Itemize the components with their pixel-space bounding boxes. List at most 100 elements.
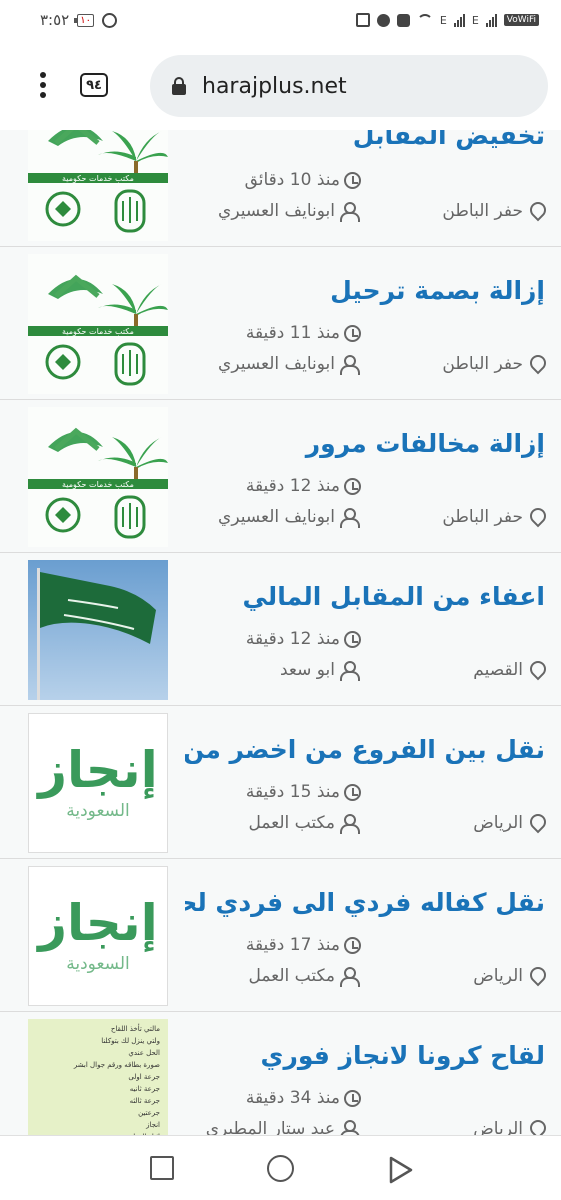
clock-icon [344, 171, 361, 189]
emblem-banner-text: مكتب خدمات حكومية [62, 480, 134, 489]
listing-title[interactable]: إزالة مخالفات مرور [185, 429, 545, 458]
listing-thumbnail[interactable]: مكتب خدمات حكومية [28, 407, 168, 547]
listing-time: منذ 12 دقيقة [246, 476, 361, 496]
listing-location: الرياض [473, 1119, 545, 1135]
location-pin-icon [527, 661, 545, 679]
ad-text-line: جرعة ثالثه [129, 1097, 160, 1105]
status-bar: ٣:٥٢ ١٠ E E VoWiFi [0, 0, 561, 40]
user-icon [339, 661, 360, 681]
office-emblem-image: مكتب خدمات حكومية [28, 407, 168, 547]
listing-location-text: الرياض [473, 813, 523, 833]
wifi-icon [416, 14, 433, 26]
listing-title[interactable]: اعفاء من المقابل المالي [185, 582, 545, 611]
battery-icon: ١٠ [74, 13, 94, 27]
listing-user[interactable]: ابونايف العسيري [218, 354, 360, 375]
listing-user-text[interactable]: ابونايف العسيري [218, 507, 335, 527]
location-pin-icon [527, 508, 545, 526]
listing-item[interactable]: مكتب خدمات حكومية إزالة مخالفات مرور منذ… [0, 401, 561, 553]
listing-title[interactable]: نقل كفاله فردي الى فردي لحد ... [185, 888, 545, 917]
location-pin-icon [527, 355, 545, 373]
ad-text-line: جرعة اولى [128, 1073, 160, 1081]
listing-user[interactable]: ابونايف العسيري [218, 507, 360, 528]
listing-thumbnail[interactable] [28, 560, 168, 700]
listing-location-text: القصيم [473, 660, 523, 680]
emblem-banner-text: مكتب خدمات حكومية [62, 327, 134, 336]
ad-text-line: صورة بطاقه ورقم جوال ابشر [73, 1061, 160, 1069]
signal-icon [453, 13, 465, 27]
listing-user[interactable]: مكتب العمل [248, 966, 360, 987]
user-icon [339, 814, 360, 834]
listing-user-text[interactable]: ابونايف العسيري [218, 354, 335, 374]
injaz-logo-text: إنجاز [38, 894, 158, 952]
listing-user[interactable]: ابونايف العسيري [218, 201, 360, 222]
address-bar[interactable]: harajplus.net [150, 55, 548, 117]
listing-thumbnail[interactable]: إنجاز السعودية [28, 713, 168, 853]
listing-time: منذ 15 دقيقة [246, 782, 361, 802]
listing-user-text[interactable]: مكتب العمل [248, 966, 335, 986]
listing-item[interactable]: إنجاز السعودية نقل بين الفروع من اخضر من… [0, 707, 561, 859]
recent-apps-button[interactable] [150, 1156, 174, 1180]
listing-time: منذ 17 دقيقة [246, 935, 361, 955]
clock-time: ٣:٥٢ [40, 11, 70, 29]
listing-item[interactable]: مكتب خدمات حكومية تخفيض المقابل منذ 10 د… [0, 130, 561, 247]
network-type-2: E [471, 13, 479, 27]
listing-location-text: حفر الباطن [442, 201, 523, 221]
url-text[interactable]: harajplus.net [202, 74, 347, 99]
listing-location: حفر الباطن [442, 201, 545, 221]
location-pin-icon [527, 202, 545, 220]
listing-thumbnail[interactable]: مكتب خدمات حكومية [28, 130, 168, 241]
listing-item[interactable]: إنجاز السعودية نقل كفاله فردي الى فردي ل… [0, 860, 561, 1012]
listing-title[interactable]: لقاح كرونا لانجاز فوري [185, 1041, 545, 1070]
listing-time: منذ 10 دقائق [245, 170, 361, 190]
listing-location: الرياض [473, 813, 545, 833]
listing-location-text: حفر الباطن [442, 354, 523, 374]
listing-user[interactable]: مكتب العمل [248, 813, 360, 834]
listing-location: حفر الباطن [442, 507, 545, 527]
listing-user-text[interactable]: ابونايف العسيري [218, 201, 335, 221]
ad-text-line: جرعة ثانيه [129, 1085, 160, 1093]
clock-icon [344, 477, 361, 495]
location-pin-icon [527, 814, 545, 832]
listing-location-text: حفر الباطن [442, 507, 523, 527]
listing-time-text: منذ 15 دقيقة [245, 782, 340, 802]
status-right: E E VoWiFi [355, 13, 539, 27]
clock-icon [344, 630, 361, 648]
ad-text-line: انجاز [146, 1121, 160, 1129]
nfc-icon [376, 13, 390, 27]
tab-switcher-button[interactable]: ٩٤ [80, 73, 108, 97]
listing-time-text: منذ 34 دقيقة [245, 1088, 340, 1108]
browser-toolbar: ٩٤ harajplus.net [0, 40, 561, 130]
listing-feed[interactable]: مكتب خدمات حكومية تخفيض المقابل منذ 10 د… [0, 130, 561, 1135]
alarm-icon [101, 12, 117, 28]
listing-item[interactable]: مكتب خدمات حكومية إزالة بصمة ترحيل منذ 1… [0, 248, 561, 400]
listing-thumbnail[interactable]: إنجاز السعودية [28, 866, 168, 1006]
back-button[interactable] [388, 1156, 414, 1184]
listing-thumbnail[interactable]: مكتب خدمات حكومية [28, 254, 168, 394]
listing-title[interactable]: إزالة بصمة ترحيل [185, 276, 545, 305]
vowifi-badge: VoWiFi [503, 14, 539, 26]
listing-user[interactable]: ابو سعد [280, 660, 360, 681]
listing-title[interactable]: تخفيض المقابل [185, 130, 545, 150]
lock-icon[interactable] [172, 77, 186, 95]
listing-item[interactable]: مالتي تأخذ اللقاح ولتي ينزل لك بتوكلنا الح… [0, 1013, 561, 1135]
injaz-logo: إنجاز السعودية [28, 713, 168, 853]
listing-user[interactable]: عبد ستار المطيري [206, 1119, 360, 1135]
listing-title[interactable]: نقل بين الفروع من اخضر من ا... [185, 735, 545, 764]
listing-thumbnail[interactable]: مالتي تأخذ اللقاح ولتي ينزل لك بتوكلنا الح… [28, 1019, 168, 1135]
listing-time-text: منذ 12 دقيقة [245, 476, 340, 496]
signal-icon-2 [485, 13, 497, 27]
vaccine-ad-image: مالتي تأخذ اللقاح ولتي ينزل لك بتوكلنا الح… [28, 1019, 168, 1135]
ad-text-line: مالتي تأخذ اللقاح [110, 1025, 160, 1033]
listing-location: الرياض [473, 966, 545, 986]
emblem-banner-text: مكتب خدمات حكومية [62, 174, 134, 183]
listing-user-text[interactable]: مكتب العمل [248, 813, 335, 833]
listing-item[interactable]: اعفاء من المقابل المالي منذ 12 دقيقة ابو… [0, 554, 561, 706]
office-emblem-image: مكتب خدمات حكومية [28, 254, 168, 394]
battery-level: ١٠ [80, 14, 91, 26]
listing-user-text[interactable]: عبد ستار المطيري [206, 1119, 335, 1135]
home-button[interactable] [267, 1155, 294, 1182]
listing-user-text[interactable]: ابو سعد [280, 660, 335, 680]
location-pin-icon [527, 967, 545, 985]
injaz-logo-subtext: السعودية [66, 954, 130, 974]
overflow-menu-icon[interactable] [0, 72, 86, 98]
